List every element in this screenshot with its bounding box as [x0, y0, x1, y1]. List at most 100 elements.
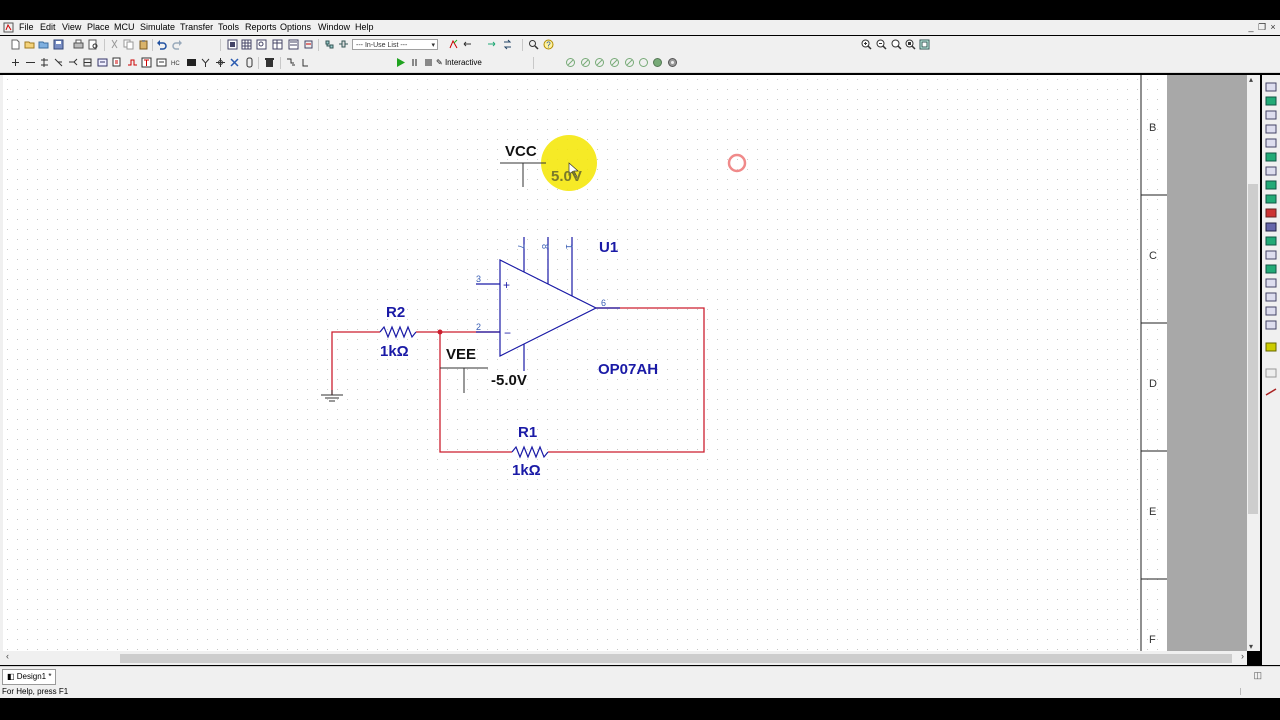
schematic-canvas[interactable]: B C D E F VCC 5.0V R2 1kΩ R1 1kΩ VEE -5.…: [3, 75, 1167, 651]
place-bus-vector-icon[interactable]: [127, 57, 138, 68]
vertical-scroll-thumb[interactable]: [1248, 184, 1258, 514]
menu-edit[interactable]: Edit: [40, 22, 56, 32]
sheet-options-icon[interactable]: ◫: [1253, 670, 1262, 681]
place-graphic-icon[interactable]: [156, 57, 167, 68]
component-wizard-icon[interactable]: [303, 39, 314, 50]
current-probe-icon[interactable]: [1265, 368, 1277, 378]
menu-view[interactable]: View: [62, 22, 81, 32]
menu-window[interactable]: Window: [318, 22, 350, 32]
restore-icon[interactable]: ❐: [1257, 22, 1267, 32]
agilent-generator-icon[interactable]: [1265, 278, 1277, 288]
agilent-multimeter-icon[interactable]: [1265, 292, 1277, 302]
new-icon[interactable]: [10, 39, 21, 50]
probe-digital-icon[interactable]: [638, 57, 649, 68]
menu-tools[interactable]: Tools: [218, 22, 239, 32]
database-icon[interactable]: [288, 39, 299, 50]
probe-power-icon[interactable]: [594, 57, 605, 68]
word-generator-icon[interactable]: [1265, 180, 1277, 190]
spreadsheet-icon[interactable]: [272, 39, 283, 50]
menu-options[interactable]: Options: [280, 22, 311, 32]
place-wire-icon[interactable]: [25, 57, 36, 68]
place-probe-icon[interactable]: [200, 57, 211, 68]
probe-differential-icon[interactable]: [609, 57, 620, 68]
erc-icon[interactable]: [448, 39, 459, 50]
cut-icon[interactable]: [109, 39, 120, 50]
minimize-icon[interactable]: _: [1246, 22, 1256, 32]
menu-place[interactable]: Place: [87, 22, 110, 32]
menu-simulate[interactable]: Simulate: [140, 22, 175, 32]
place-bus-icon[interactable]: [39, 57, 50, 68]
spectrum-analyzer-icon[interactable]: [1265, 250, 1277, 260]
toggle-fullscreen-icon[interactable]: [227, 39, 238, 50]
agilent-scope-icon[interactable]: [1265, 306, 1277, 316]
logic-analyzer-icon[interactable]: [1265, 208, 1277, 218]
zoom-out-icon[interactable]: [876, 39, 887, 50]
scroll-right-icon[interactable]: ›: [1241, 651, 1244, 661]
undo-icon[interactable]: [156, 39, 167, 50]
place-hierarchical-icon[interactable]: HC: [171, 57, 182, 68]
stop-icon[interactable]: [423, 57, 434, 68]
place-ladder-icon[interactable]: [186, 57, 197, 68]
tektronix-scope-icon[interactable]: [1265, 320, 1277, 330]
menu-mcu[interactable]: MCU: [114, 22, 135, 32]
save-icon[interactable]: [53, 39, 64, 50]
bode-plotter-icon[interactable]: [1265, 152, 1277, 162]
hierarchy-icon[interactable]: [324, 39, 335, 50]
zoom-fit-icon[interactable]: [891, 39, 902, 50]
paste-icon[interactable]: [138, 39, 149, 50]
close-icon[interactable]: ×: [1268, 22, 1278, 32]
frequency-counter-icon[interactable]: [1265, 166, 1277, 176]
search-icon[interactable]: [528, 39, 539, 50]
tab-design1[interactable]: ◧ Design1 *: [2, 669, 57, 685]
forward-annotate-icon[interactable]: [486, 39, 497, 50]
grid-icon[interactable]: [241, 39, 252, 50]
multimeter-icon[interactable]: [1265, 82, 1277, 92]
probe-settings-icon[interactable]: [652, 57, 663, 68]
network-analyzer-icon[interactable]: [1265, 264, 1277, 274]
distortion-analyzer-icon[interactable]: [1265, 236, 1277, 246]
place-connector-icon[interactable]: [53, 57, 64, 68]
place-pin-icon[interactable]: [244, 57, 255, 68]
probe-current-icon[interactable]: [580, 57, 591, 68]
scroll-up-icon[interactable]: ▴: [1249, 75, 1253, 84]
place-multi-page-icon[interactable]: [112, 57, 123, 68]
gear-icon[interactable]: [667, 57, 678, 68]
logic-converter-icon[interactable]: [1265, 194, 1277, 204]
menu-reports[interactable]: Reports: [245, 22, 277, 32]
pause-icon[interactable]: [409, 57, 420, 68]
place-text-icon[interactable]: [141, 57, 152, 68]
app-icon[interactable]: [3, 22, 14, 35]
place-comment-icon[interactable]: [215, 57, 226, 68]
place-bus-entry-icon[interactable]: [229, 57, 240, 68]
horizontal-scroll-thumb[interactable]: [120, 654, 1232, 663]
place-hb-block-icon[interactable]: [82, 57, 93, 68]
transfer-icon[interactable]: [502, 39, 513, 50]
resize-grip-icon[interactable]: [1240, 688, 1275, 695]
measurement-probe-icon[interactable]: [1265, 388, 1277, 396]
print-icon[interactable]: [73, 39, 84, 50]
probe-voltage-icon[interactable]: [565, 57, 576, 68]
place-junction-icon[interactable]: [10, 57, 21, 68]
place-ground-icon[interactable]: [285, 57, 296, 68]
place-net-label-icon[interactable]: [68, 57, 79, 68]
place-subcircuit-icon[interactable]: [97, 57, 108, 68]
scroll-down-icon[interactable]: ▾: [1249, 642, 1253, 651]
zoom-area-icon[interactable]: [256, 39, 267, 50]
copy-icon[interactable]: [123, 39, 134, 50]
in-use-list-dropdown[interactable]: --- In-Use List --- ▾: [352, 39, 438, 50]
delete-icon[interactable]: [264, 57, 275, 68]
fullscreen-icon[interactable]: [919, 39, 930, 50]
menu-transfer[interactable]: Transfer: [180, 22, 213, 32]
menu-help[interactable]: Help: [355, 22, 374, 32]
interactive-sim-mode[interactable]: ✎ Interactive: [436, 57, 482, 69]
zoom-in-icon[interactable]: [861, 39, 872, 50]
back-annotate-icon[interactable]: [462, 39, 473, 50]
open-folder-icon[interactable]: [38, 39, 49, 50]
oscilloscope-icon[interactable]: [1265, 124, 1277, 134]
wattmeter-icon[interactable]: [1265, 110, 1277, 120]
iv-analyzer-icon[interactable]: [1265, 222, 1277, 232]
probe-reference-icon[interactable]: [624, 57, 635, 68]
print-preview-icon[interactable]: [88, 39, 99, 50]
subcircuit-icon[interactable]: [338, 39, 349, 50]
function-generator-icon[interactable]: [1265, 96, 1277, 106]
